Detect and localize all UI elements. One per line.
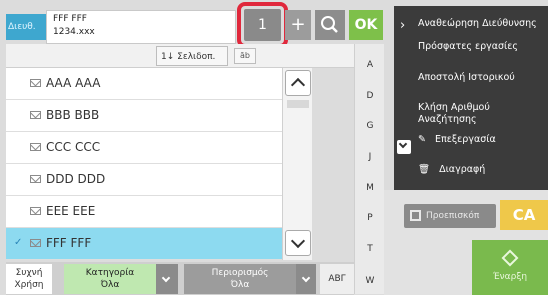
scroll-up-button[interactable] — [285, 70, 311, 96]
mail-icon — [30, 207, 41, 215]
index-letter[interactable]: W — [355, 276, 385, 286]
mail-icon — [30, 143, 41, 151]
list-item-label: DDD DDD — [46, 172, 106, 186]
sort-label: Σελιδοπ. — [177, 52, 216, 62]
index-letter[interactable]: T — [355, 244, 385, 254]
scroll-thumb[interactable] — [287, 100, 309, 108]
sort-button[interactable]: 1↓ Σελιδοπ. — [156, 46, 228, 66]
sort-row: 1↓ Σελιδοπ. āb — [6, 44, 354, 68]
menu-review-address[interactable]: Αναθεώρηση Διεύθυνσης — [418, 18, 537, 30]
menu-send-history[interactable]: Αποστολή Ιστορικού — [418, 72, 515, 84]
ca-button[interactable]: CA — [500, 200, 548, 230]
address-number: 1234.xxx — [53, 27, 95, 37]
menu-delete-label: Διαγραφή — [439, 164, 486, 175]
mail-icon — [30, 175, 41, 183]
list-item[interactable]: CCC CCC — [6, 132, 282, 164]
chevron-down-icon — [398, 139, 408, 149]
chevron-right-icon[interactable]: › — [400, 18, 405, 33]
chevron-down-icon — [161, 273, 171, 283]
chevron-up-icon — [290, 77, 306, 93]
address-list: AAA AAA BBB BBB CCC CCC DDD DDD EEE EEE … — [6, 68, 282, 260]
tab-limit-value: Όλα — [230, 280, 250, 290]
address-label: Διευθ. — [6, 14, 46, 40]
mail-icon — [30, 239, 41, 247]
tab-abg[interactable]: ΑΒΓ — [320, 264, 354, 294]
list-item-label: EEE EEE — [46, 204, 96, 218]
ok-button[interactable]: OK — [349, 10, 383, 40]
start-icon — [501, 249, 519, 267]
chevron-down-icon — [290, 233, 306, 249]
list-item-label: FFF FFF — [46, 236, 92, 250]
add-address-button[interactable]: + — [285, 10, 311, 40]
list-item-label: AAA AAA — [46, 76, 101, 90]
mail-icon — [30, 79, 41, 87]
scrollbar[interactable] — [282, 68, 312, 260]
trash-icon: 🗑 — [418, 164, 431, 175]
list-item-selected[interactable]: ✓ FFF FFF — [6, 228, 282, 260]
menu-edit-label: Επεξεργασία — [435, 134, 496, 145]
address-name: FFF FFF — [53, 14, 87, 24]
address-book-screen: Διευθ. FFF FFF 1234.xxx 1 + OK 1↓ Σελιδο… — [0, 0, 548, 295]
limit-dropdown-button[interactable] — [296, 264, 316, 294]
category-dropdown-button[interactable] — [156, 264, 178, 294]
search-button[interactable] — [315, 10, 345, 40]
search-icon — [321, 16, 338, 33]
preview-icon — [410, 210, 421, 221]
sort-icon: 1↓ — [161, 52, 175, 62]
mail-icon — [30, 111, 41, 119]
scroll-down-button[interactable] — [285, 230, 311, 256]
preview-button[interactable]: Προεπισκόπ — [404, 204, 496, 228]
expand-menu-button[interactable] — [397, 139, 411, 154]
list-item-label: BBB BBB — [46, 108, 100, 122]
tab-limit[interactable]: Περιορισμός Όλα — [184, 264, 296, 294]
highlight-ring — [237, 2, 288, 48]
preview-label: Προεπισκόπ — [426, 211, 480, 221]
list-item[interactable]: AAA AAA — [6, 68, 282, 100]
tab-limit-title: Περιορισμός — [211, 268, 269, 278]
index-letter[interactable]: D — [355, 91, 385, 101]
index-letter[interactable]: A — [355, 60, 385, 70]
tab-frequent-use[interactable]: Συχνή Χρήση — [6, 264, 52, 294]
index-letter[interactable]: J — [355, 152, 385, 162]
menu-call-search-number[interactable]: Κλήση Αριθμού Αναζήτησης — [418, 102, 548, 126]
bottom-tab-bar: Συχνή Χρήση Κατηγορία Όλα Περιορισμός Όλ… — [6, 262, 354, 295]
display-toggle-button[interactable]: āb — [234, 48, 256, 64]
index-letter[interactable]: G — [355, 121, 385, 131]
menu-edit[interactable]: ✎ Επεξεργασία — [418, 134, 496, 146]
index-letter[interactable]: P — [355, 213, 385, 223]
menu-recent-jobs[interactable]: Πρόσφατες εργασίες — [418, 41, 518, 53]
index-letter[interactable]: M — [355, 183, 385, 193]
chevron-down-icon — [301, 273, 311, 283]
tab-category[interactable]: Κατηγορία Όλα — [64, 264, 156, 294]
list-item[interactable]: BBB BBB — [6, 100, 282, 132]
address-field[interactable]: FFF FFF 1234.xxx — [46, 10, 236, 44]
list-item[interactable]: DDD DDD — [6, 164, 282, 196]
action-panel: › Αναθεώρηση Διεύθυνσης Πρόσφατες εργασί… — [394, 6, 548, 190]
edit-icon: ✎ — [418, 134, 426, 145]
tab-category-value: Όλα — [100, 280, 120, 290]
list-item[interactable]: EEE EEE — [6, 196, 282, 228]
start-label: Έναρξη — [492, 272, 528, 282]
list-item-label: CCC CCC — [46, 140, 101, 154]
menu-delete[interactable]: 🗑 Διαγραφή — [418, 164, 485, 176]
start-button[interactable]: Έναρξη — [472, 240, 548, 295]
index-column: A D G J M P T W — [354, 44, 384, 294]
check-icon: ✓ — [14, 237, 23, 248]
tab-category-title: Κατηγορία — [85, 268, 135, 278]
